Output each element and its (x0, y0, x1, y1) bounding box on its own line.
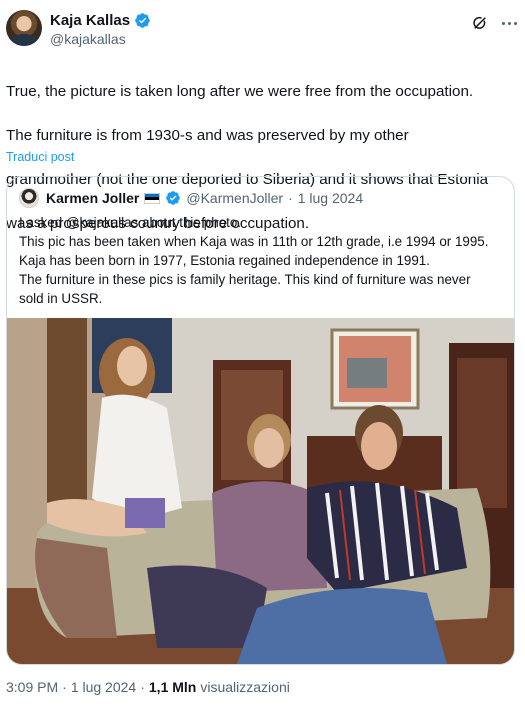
quoted-text-line: sold in USSR. (19, 291, 103, 306)
author-display-name[interactable]: Kaja Kallas (50, 12, 130, 29)
grok-icon[interactable] (471, 14, 489, 32)
translate-post-link[interactable]: Traduci post (6, 150, 74, 164)
quoted-text-line: Kaja has been born in 1977, Estonia rega… (19, 253, 430, 268)
verified-badge-icon (135, 12, 150, 28)
verified-badge-icon (166, 191, 181, 205)
quoted-separator: · (288, 190, 293, 206)
tweet-header: Kaja Kallas @kajakallas (6, 10, 519, 50)
quoted-photo[interactable] (7, 318, 514, 664)
tweet-meta: 3:09 PM · 1 lug 2024 · 1,1 Mln visualizz… (6, 679, 290, 695)
photo-door-frame (47, 318, 87, 518)
author-avatar[interactable] (6, 10, 42, 46)
meta-separator: · (62, 679, 67, 695)
quoted-author-name: Karmen Joller (46, 190, 140, 206)
family-photo-illustration (7, 318, 514, 664)
photo-girl-shorts (125, 498, 165, 528)
quoted-tweet[interactable]: Karmen Joller @KarmenJoller · 1 lug 2024… (6, 176, 515, 665)
tweet-date[interactable]: 1 lug 2024 (71, 679, 136, 695)
more-dot (501, 21, 505, 25)
quoted-author-handle: @KarmenJoller (186, 190, 284, 206)
quoted-text-line: The furniture in these pics is family he… (19, 272, 471, 287)
views-count: 1,1 Mln (148, 679, 197, 695)
more-icon[interactable] (499, 14, 519, 32)
photo-man-face (361, 422, 397, 470)
meta-separator: · (140, 679, 145, 695)
quoted-text-line: This pic has been taken when Kaja was in… (19, 234, 489, 249)
photo-girl-face (117, 346, 147, 386)
quoted-text: I asked @kajakallas about this photo. Th… (19, 213, 509, 308)
photo-woman-face (254, 428, 284, 468)
author-name-row: Kaja Kallas (50, 11, 151, 29)
quoted-header: Karmen Joller @KarmenJoller · 1 lug 2024 (19, 188, 363, 208)
more-dot (507, 21, 511, 25)
estonia-flag-icon (144, 192, 161, 204)
tweet-text-line: True, the picture is taken long after we… (6, 83, 474, 100)
flag-stripe-white (145, 199, 160, 203)
views-label: visualizzazioni (200, 679, 290, 695)
photo-painting-art-detail (347, 358, 387, 388)
tweet-time[interactable]: 3:09 PM (6, 679, 58, 695)
more-dot (513, 21, 517, 25)
tweet-text-line: The furniture is from 1930-s and was pre… (6, 127, 409, 144)
author-handle[interactable]: @kajakallas (50, 31, 126, 47)
quoted-text-line: I asked @kajakallas about this photo. (19, 215, 242, 230)
avatar-shoulders (10, 34, 38, 46)
quoted-date: 1 lug 2024 (297, 190, 364, 206)
photo-cabinet-right-glass (457, 358, 507, 508)
quoted-author-avatar (19, 188, 39, 208)
